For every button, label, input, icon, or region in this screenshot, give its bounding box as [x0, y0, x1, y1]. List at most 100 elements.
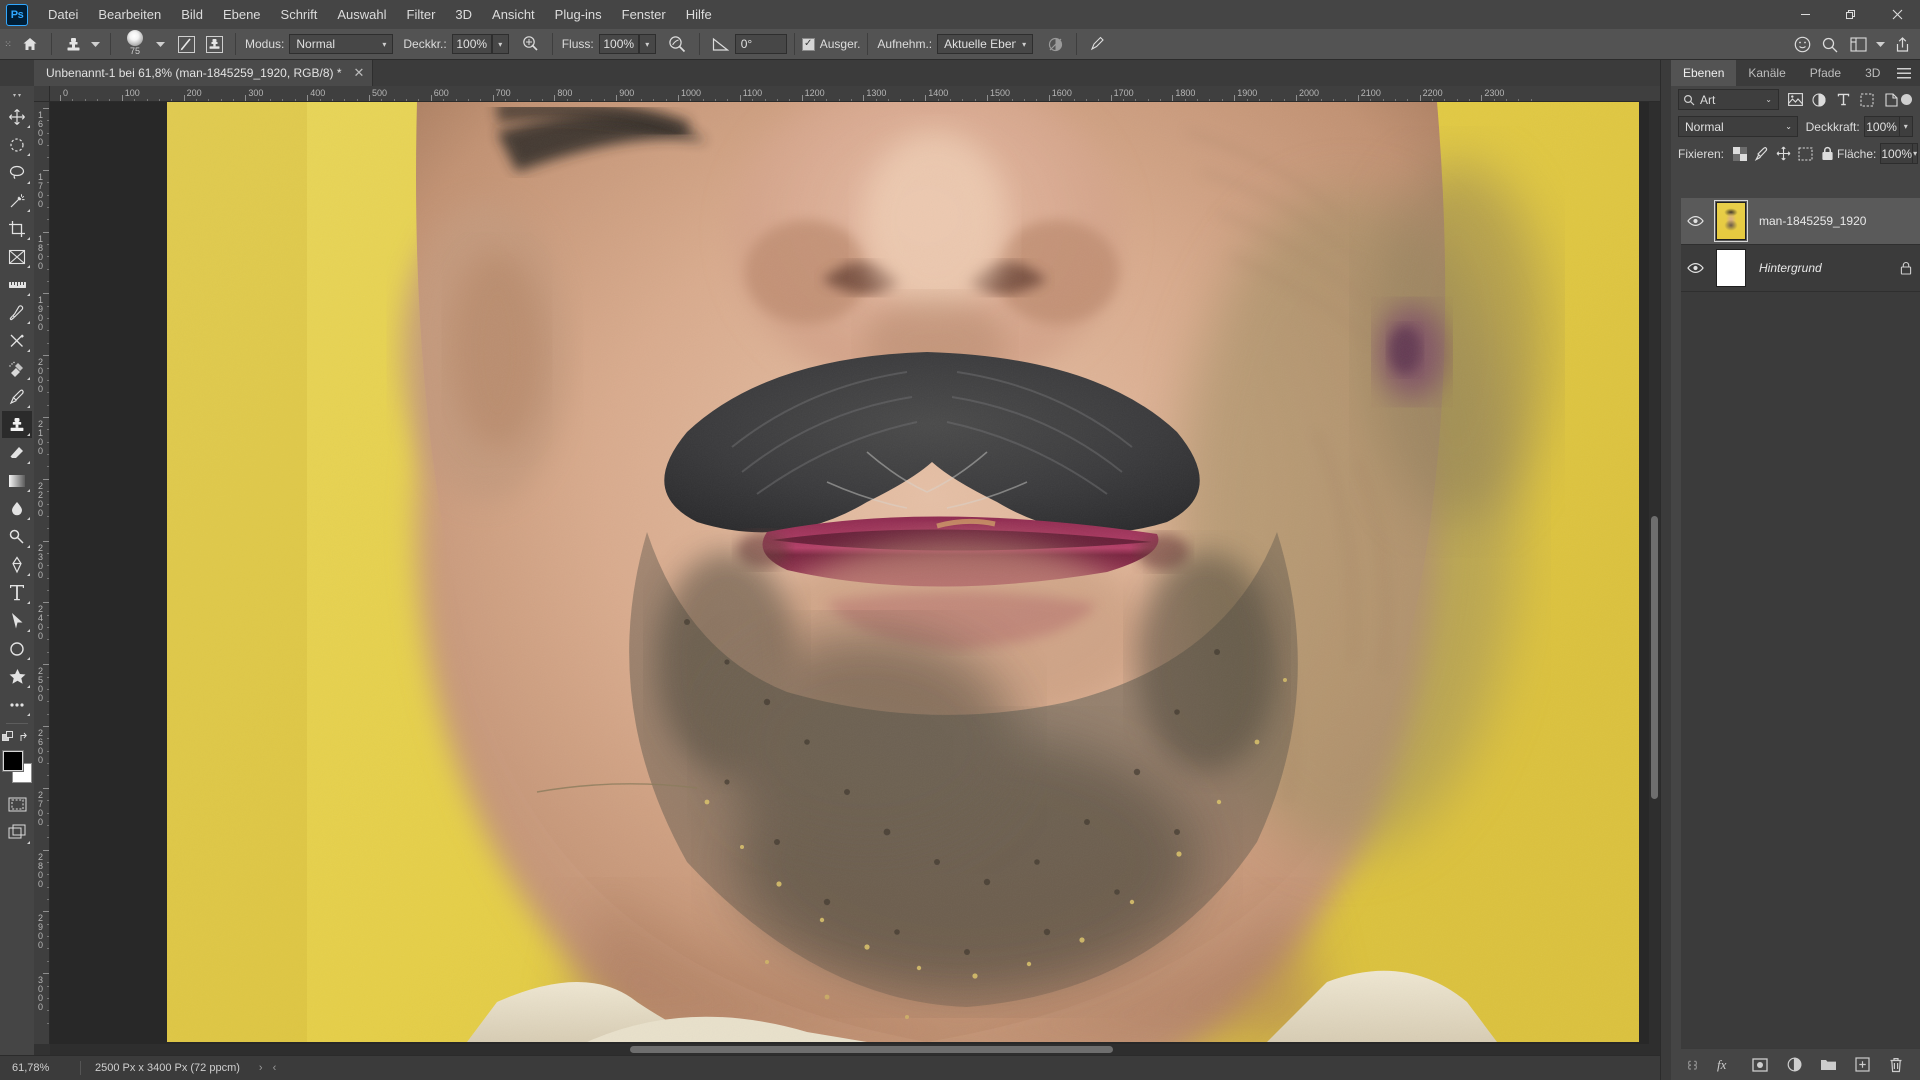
airbrush-icon[interactable] [517, 31, 545, 57]
menu-bearbeiten[interactable]: Bearbeiten [88, 0, 171, 29]
delete-layer-icon[interactable] [1886, 1055, 1906, 1075]
scrollbar-thumb[interactable] [1651, 516, 1658, 800]
document-dimensions[interactable]: 2500 Px x 3400 Px (72 ppcm) [81, 1062, 254, 1074]
filter-pixel-icon[interactable] [1785, 90, 1805, 110]
eraser-tool[interactable] [2, 439, 32, 466]
layer-opacity-input[interactable]: 100% [1863, 116, 1900, 137]
layer-filter-select[interactable]: Art ⌄ [1678, 89, 1779, 110]
smoothing-icon[interactable] [664, 31, 692, 57]
eyedropper-tool[interactable] [2, 299, 32, 326]
patch-tool[interactable] [2, 355, 32, 382]
menu-plugins[interactable]: Plug-ins [545, 0, 612, 29]
ellipse-shape-tool[interactable] [2, 635, 32, 662]
toolbar-grip-icon[interactable] [2, 88, 32, 102]
tablet-pressure-icon[interactable] [1084, 31, 1112, 57]
screen-mode-icon[interactable] [2, 819, 32, 846]
vertical-ruler[interactable]: 1600 1700 1800 1900 2000 2100 2200 2300 2400 2500… [34, 102, 50, 1044]
angle-icon[interactable] [707, 31, 735, 57]
layer-row-hintergrund[interactable]: Hintergrund [1681, 245, 1920, 292]
clone-stamp-preset-arrow[interactable] [87, 31, 103, 57]
horizontal-ruler[interactable]: 0 100 200 300 400 500 600 700 800 900 1000 1100 1200… [50, 86, 1660, 102]
aligned-checkbox[interactable]: ✓ Ausger. [801, 37, 860, 51]
dodge-tool[interactable] [2, 523, 32, 550]
restore-button[interactable] [1828, 0, 1874, 29]
swap-colors-icon[interactable] [18, 728, 33, 746]
new-layer-icon[interactable] [1852, 1055, 1872, 1075]
canvas-area[interactable] [50, 102, 1660, 1044]
quick-mask-icon[interactable] [2, 791, 32, 818]
filter-shape-icon[interactable] [1857, 90, 1877, 110]
opacity-input[interactable]: 100% [451, 34, 492, 54]
tab-kanaele[interactable]: Kanäle [1736, 60, 1797, 86]
zoom-level[interactable]: 61,78% [0, 1062, 80, 1074]
discover-icon[interactable] [1788, 32, 1816, 58]
tab-pfade[interactable]: Pfade [1798, 60, 1853, 86]
layer-name[interactable]: Hintergrund [1753, 261, 1900, 275]
filter-smart-object-icon[interactable] [1881, 90, 1901, 110]
lasso-tool[interactable] [2, 159, 32, 186]
layers-list[interactable]: man-1845259_1920 Hintergrund [1681, 198, 1920, 1048]
new-adjustment-layer-icon[interactable] [1784, 1055, 1804, 1075]
canvas-horizontal-scrollbar[interactable] [50, 1044, 1660, 1055]
status-next-arrow[interactable]: › [254, 1062, 268, 1074]
menu-bild[interactable]: Bild [171, 0, 213, 29]
tab-3d[interactable]: 3D [1853, 60, 1892, 86]
lock-transparent-pixels-icon[interactable] [1730, 144, 1749, 163]
home-icon[interactable] [16, 31, 44, 57]
scrollbar-thumb[interactable] [629, 1046, 1113, 1053]
move-tool[interactable] [2, 103, 32, 130]
document-tab[interactable]: Unbenannt-1 bei 61,8% (man-1845259_1920,… [34, 60, 374, 86]
layer-thumbnail-cell[interactable] [1709, 200, 1753, 242]
custom-shape-tool[interactable] [2, 663, 32, 690]
default-colors-icon[interactable] [1, 728, 16, 746]
search-icon[interactable] [1816, 32, 1844, 58]
gradient-tool[interactable] [2, 467, 32, 494]
layer-visibility-toggle[interactable] [1681, 262, 1709, 274]
filter-type-icon[interactable] [1833, 90, 1853, 110]
layer-fill-input[interactable]: 100% [1880, 143, 1914, 164]
lock-all-icon[interactable] [1818, 144, 1837, 163]
menu-hilfe[interactable]: Hilfe [676, 0, 722, 29]
tab-ebenen[interactable]: Ebenen [1671, 60, 1737, 86]
layer-row-man-1845259-1920[interactable]: man-1845259_1920 [1681, 198, 1920, 245]
panel-menu-icon[interactable] [1894, 60, 1914, 86]
clone-stamp-tool[interactable] [2, 411, 32, 438]
path-selection-tool[interactable] [2, 607, 32, 634]
foreground-color-swatch[interactable] [2, 750, 24, 772]
filter-adjustment-icon[interactable] [1809, 90, 1829, 110]
link-layers-icon[interactable] [1682, 1055, 1702, 1075]
share-icon[interactable] [1888, 32, 1916, 58]
clone-stamp-icon[interactable] [59, 31, 87, 57]
angle-input[interactable]: 0° [734, 34, 787, 54]
blur-tool[interactable] [2, 495, 32, 522]
measure-tool[interactable] [2, 271, 32, 298]
menu-datei[interactable]: Datei [38, 0, 88, 29]
document-image[interactable] [167, 102, 1639, 1042]
menu-filter[interactable]: Filter [397, 0, 446, 29]
pen-tool[interactable] [2, 551, 32, 578]
lock-position-icon[interactable] [1774, 144, 1793, 163]
minimize-button[interactable] [1782, 0, 1828, 29]
close-button[interactable] [1874, 0, 1920, 29]
close-icon[interactable]: ✕ [354, 65, 365, 81]
document-artboard[interactable] [167, 102, 1639, 1044]
brush-preset-arrow[interactable] [152, 31, 168, 57]
type-tool[interactable] [2, 579, 32, 606]
layer-opacity-arrow[interactable]: ▾ [1899, 116, 1913, 137]
ignore-adjustment-layers-icon[interactable] [1041, 31, 1069, 57]
ruler-corner[interactable] [34, 86, 50, 102]
workspace-chevron-icon[interactable] [1872, 32, 1888, 58]
frame-tool[interactable] [2, 243, 32, 270]
layer-thumbnail-cell[interactable] [1709, 249, 1753, 287]
new-group-icon[interactable] [1818, 1055, 1838, 1075]
layer-fill-arrow[interactable]: ▾ [1913, 143, 1919, 164]
menu-auswahl[interactable]: Auswahl [327, 0, 396, 29]
menu-ansicht[interactable]: Ansicht [482, 0, 545, 29]
flow-slider-arrow[interactable]: ▾ [638, 34, 656, 54]
edit-toolbar-tool[interactable] [2, 691, 32, 718]
canvas-vertical-scrollbar[interactable] [1649, 102, 1660, 1044]
workspace-icon[interactable] [1844, 32, 1872, 58]
blend-mode-select[interactable]: Normal ▾ [289, 34, 394, 54]
filter-toggle[interactable] [1901, 89, 1912, 110]
status-prev-arrow[interactable]: ‹ [268, 1062, 282, 1074]
